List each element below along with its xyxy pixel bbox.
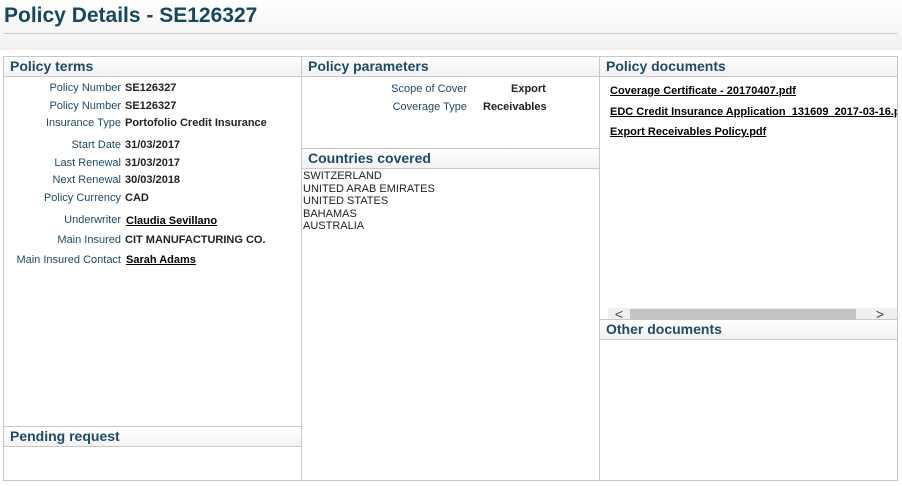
document-link[interactable]: Coverage Certificate - 20170407.pdf [610,85,796,97]
scope-of-cover-label: Scope of Cover [391,83,467,95]
main-insured-contact-label: Main Insured Contact [16,254,121,266]
pending-request-title: Pending request [4,427,301,447]
countries-covered-title: Countries covered [302,148,599,169]
main-insured-value: CIT MANUFACTURING CO. [125,234,266,246]
pending-request-panel: Pending request [3,426,302,481]
policy-currency-label: Policy Currency [43,192,121,204]
policy-number-label: Policy Number [49,82,121,94]
scope-of-cover-value: Export [511,83,546,95]
country-item: UNITED ARAB EMIRATES [303,182,435,195]
coverage-type-value: Receivables [483,101,547,113]
policy-terms-panel: Policy terms Policy Number SE126327 Poli… [3,56,302,428]
document-link[interactable]: Export Receivables Policy.pdf [610,126,766,138]
other-documents-panel: Other documents [599,319,898,481]
main-insured-contact-link[interactable]: Sarah Adams [126,254,196,266]
country-item: UNITED STATES [303,195,389,207]
policy-documents-panel: Policy documents Coverage Certificate - … [599,56,898,321]
country-item: BAHAMAS [303,207,357,220]
country-item: SWITZERLAND [303,170,382,182]
policy-number-value-2: SE126327 [125,100,177,112]
coverage-type-label: Coverage Type [392,101,467,113]
policy-parameters-title: Policy parameters [302,57,599,77]
policy-currency-value: CAD [125,192,149,204]
document-link[interactable]: EDC Credit Insurance Application_131609_… [610,106,897,118]
header-divider [4,33,897,34]
insurance-type-value: Portofolio Credit Insurance [125,117,267,129]
policy-documents-title: Policy documents [600,57,897,77]
countries-list: SWITZERLAND UNITED ARAB EMIRATES UNITED … [302,169,599,233]
next-renewal-label: Next Renewal [52,174,121,186]
insurance-type-label: Insurance Type [45,117,121,129]
page-title: Policy Details - SE126327 [4,4,258,27]
policy-number-value: SE126327 [125,82,177,94]
policy-parameters-panel: Policy parameters Scope of Cover Export … [301,56,600,481]
other-documents-title: Other documents [600,320,897,340]
policy-terms-title: Policy terms [4,57,301,77]
country-item: AUSTRALIA [303,220,365,232]
underwriter-label: Underwriter [64,214,121,226]
last-renewal-label: Last Renewal [54,157,121,169]
page-header: Policy Details - SE126327 [0,0,902,50]
underwriter-link[interactable]: Claudia Sevillano [126,215,217,227]
main-insured-label: Main Insured [57,234,121,246]
policy-number-label-2: Policy Number [49,100,121,112]
next-renewal-value: 30/03/2018 [125,174,181,186]
countries-section: Countries covered SWITZERLAND UNITED ARA… [302,148,599,233]
start-date-value: 31/03/2017 [125,139,181,151]
start-date-label: Start Date [71,139,121,151]
last-renewal-value: 31/03/2017 [125,157,181,169]
